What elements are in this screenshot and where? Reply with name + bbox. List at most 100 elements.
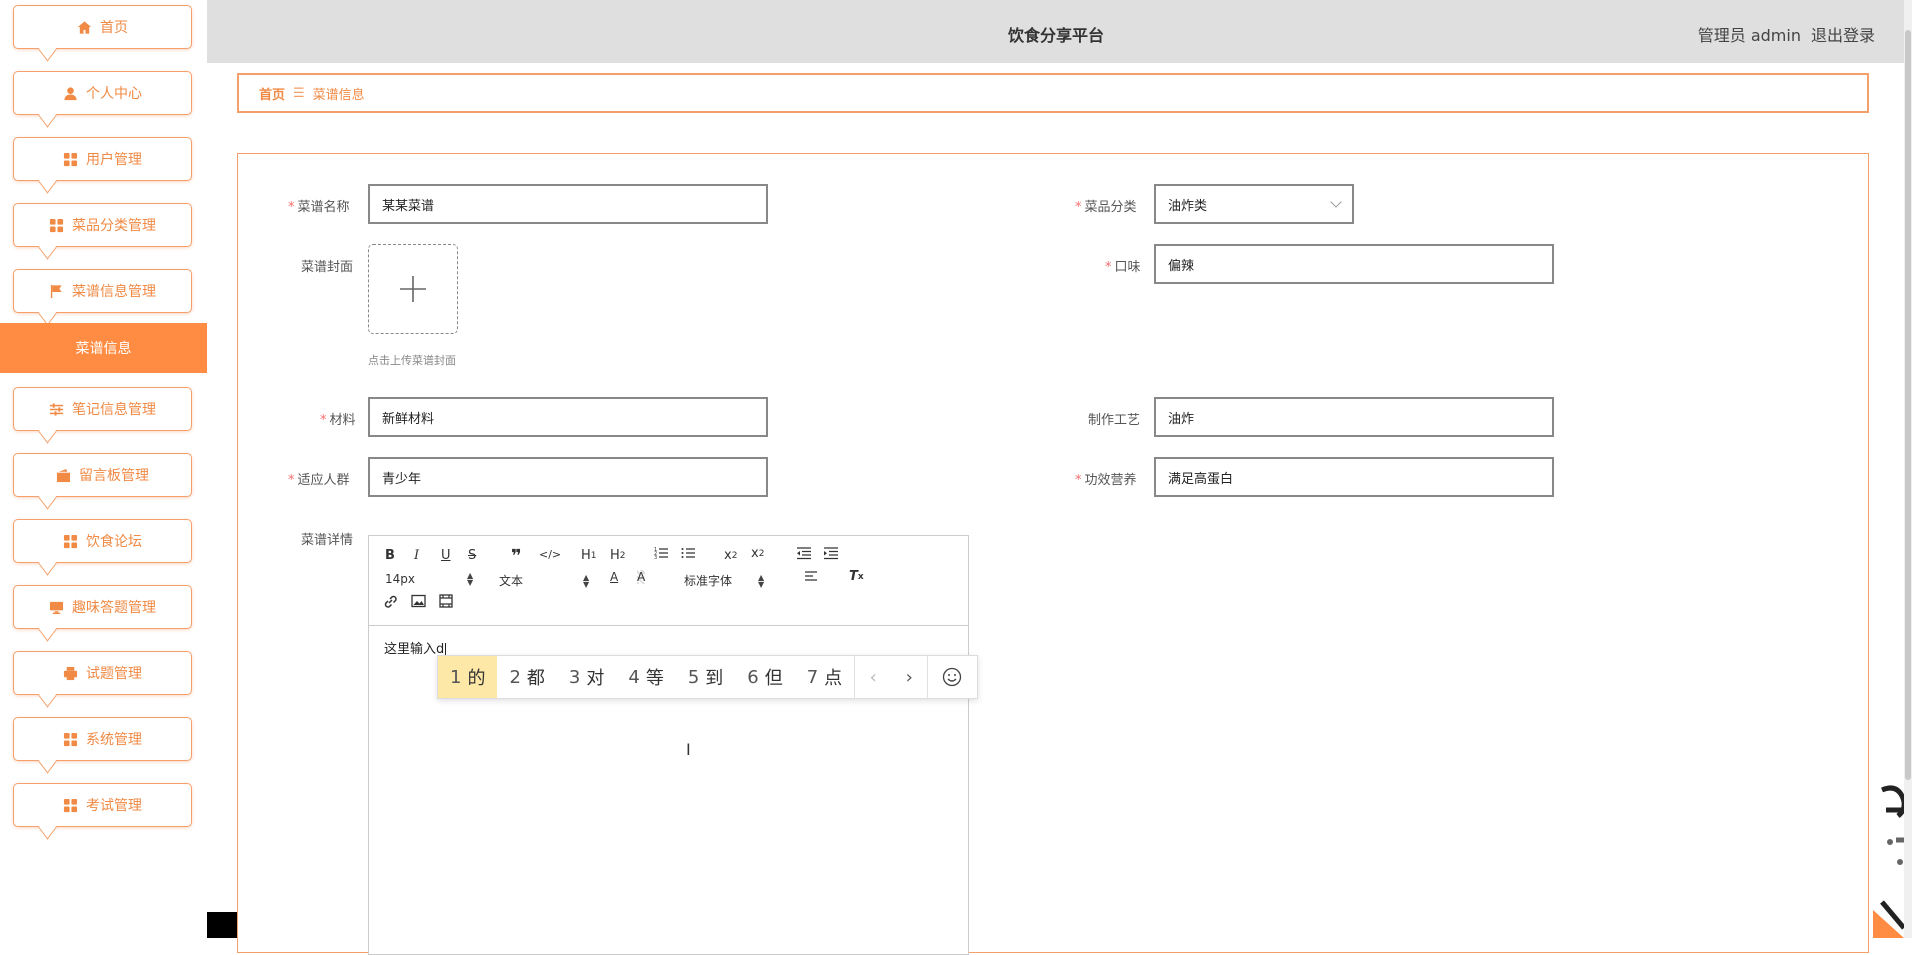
sidebar-item-quiz-management[interactable]: 趣味答题管理 [13, 585, 192, 629]
sidebar-item-label: 首页 [100, 20, 128, 36]
cover-upload-tip: 点击上传菜谱封面 [368, 354, 456, 367]
sidebar-item-personal-center[interactable]: 个人中心 [13, 71, 192, 115]
rich-text-editor: B I U S ❞ </> H1 H2 123 x2 x2 14px ▲ ▼ 文本 ▲… [368, 535, 969, 955]
subscript-icon[interactable]: x2 [724, 548, 737, 563]
superscript-icon[interactable]: x2 [751, 546, 764, 561]
svg-text:3: 3 [654, 555, 657, 560]
nutrition-input[interactable]: 满足高蛋白 [1154, 457, 1554, 497]
breadcrumb-home[interactable]: 首页 [259, 84, 285, 103]
link-icon[interactable] [383, 594, 398, 609]
sidebar-item-notes-management[interactable]: 笔记信息管理 [13, 387, 192, 431]
craft-input[interactable]: 油炸 [1154, 397, 1554, 437]
ime-candidate[interactable]: 1的 [438, 656, 498, 698]
flag-icon [49, 284, 64, 299]
sidebar-item-question-management[interactable]: 试题管理 [13, 651, 192, 695]
indent-icon[interactable] [823, 546, 838, 560]
breadcrumb-current: 菜谱信息 [312, 87, 365, 103]
video-icon[interactable] [439, 594, 453, 608]
user-info: 管理员 admin 退出登录 [1698, 22, 1875, 46]
page-scrollbar[interactable] [1904, 0, 1912, 938]
crowd-label: * 适应人群 [288, 473, 350, 488]
dish-category-value: 油炸类 [1168, 198, 1208, 214]
ime-page-nav: ‹ › [854, 656, 927, 698]
sidebar-item-label: 菜品分类管理 [72, 218, 156, 234]
breadcrumb-separator-icon: ☰ [293, 85, 305, 101]
sidebar-item-exam-management[interactable]: 考试管理 [13, 783, 192, 827]
image-icon[interactable] [411, 594, 426, 608]
ime-candidate[interactable]: 2都 [497, 656, 556, 698]
ime-next-icon[interactable]: › [891, 667, 927, 688]
chevron-down-icon [1330, 196, 1342, 208]
taste-input[interactable]: 偏辣 [1154, 244, 1554, 284]
grid-icon [63, 152, 78, 167]
recipe-name-input[interactable]: 某某菜谱 [368, 184, 768, 224]
dish-category-select[interactable]: 油炸类 [1154, 184, 1354, 224]
ime-candidate[interactable]: 7点 [795, 656, 854, 698]
sidebar-item-label: 考试管理 [86, 798, 142, 814]
cover-upload-button[interactable] [368, 244, 458, 334]
sidebar-item-label: 用户管理 [86, 152, 142, 168]
crowd-input[interactable]: 青少年 [368, 457, 768, 497]
sidebar-item-label: 趣味答题管理 [72, 600, 156, 616]
emoji-icon[interactable] [927, 656, 975, 698]
grid-icon [63, 732, 78, 747]
italic-icon[interactable]: I [414, 548, 419, 563]
font-size-select[interactable]: 14px ▲ ▼ [385, 572, 473, 587]
ordered-list-icon[interactable]: 123 [654, 546, 668, 560]
sidebar-subitem-recipe-info[interactable]: 菜谱信息 [0, 323, 207, 373]
logout-link[interactable]: 退出登录 [1811, 22, 1875, 46]
sidebar-item-label: 系统管理 [86, 732, 142, 748]
sidebar-item-system-management[interactable]: 系统管理 [13, 717, 192, 761]
clear-format-icon[interactable]: Tx [849, 569, 864, 584]
text-format-select[interactable]: 文本 ▲ ▼ [499, 572, 589, 589]
recipe-name-label: * 菜谱名称 [288, 200, 350, 215]
sidebar-item-user-management[interactable]: 用户管理 [13, 137, 192, 181]
grid-icon [63, 534, 78, 549]
ime-candidate[interactable]: 3对 [557, 656, 616, 698]
sidebar-item-home[interactable]: 首页 [13, 5, 192, 49]
grid-icon [49, 218, 64, 233]
sidebar-item-label: 试题管理 [86, 666, 142, 682]
plus-icon [400, 276, 426, 302]
sidebar-item-label: 个人中心 [86, 86, 142, 102]
recipe-detail-label: 菜谱详情 [301, 533, 354, 548]
outdent-icon[interactable] [796, 546, 811, 560]
bold-icon[interactable]: B [385, 548, 395, 563]
sidebar-item-recipe-management[interactable]: 菜谱信息管理 [13, 269, 192, 313]
craft-label: 制作工艺 [1088, 413, 1141, 428]
align-icon[interactable] [804, 569, 818, 583]
recipe-cover-label: 菜谱封面 [301, 260, 354, 275]
sidebar-item-label: 饮食论坛 [86, 534, 142, 550]
taste-label: * 口味 [1105, 260, 1141, 275]
heading2-icon[interactable]: H2 [610, 548, 626, 563]
background-color-icon[interactable]: A [637, 570, 646, 584]
code-block-icon[interactable]: </> [539, 548, 561, 561]
ime-prev-icon[interactable]: ‹ [855, 667, 891, 688]
material-input[interactable]: 新鲜材料 [368, 397, 768, 437]
bullet-list-icon[interactable] [681, 546, 695, 560]
text-color-icon[interactable]: A [610, 570, 618, 584]
strike-icon[interactable]: S [468, 548, 476, 563]
editor-toolbar: B I U S ❞ </> H1 H2 123 x2 x2 14px ▲ ▼ 文本 ▲… [369, 536, 968, 626]
underline-icon[interactable]: U [441, 548, 451, 563]
dish-category-label: * 菜品分类 [1075, 200, 1137, 215]
home-icon [77, 20, 92, 35]
ime-candidate[interactable]: 4等 [616, 656, 675, 698]
ime-candidate[interactable]: 6但 [735, 656, 794, 698]
sidebar-item-label: 笔记信息管理 [72, 402, 156, 418]
ime-candidate[interactable]: 5到 [676, 656, 735, 698]
sidebar: 首页 个人中心 用户管理 菜品分类管理 菜谱信息管理 菜谱信息 笔记信息管理 留… [0, 0, 207, 938]
wallet-icon [56, 468, 71, 483]
heading1-icon[interactable]: H1 [581, 548, 597, 563]
sidebar-item-label: 留言板管理 [79, 468, 149, 484]
top-header: 饮食分享平台 管理员 admin 退出登录 [207, 0, 1905, 63]
blockquote-icon[interactable]: ❞ [511, 546, 522, 567]
nutrition-label: * 功效营养 [1075, 473, 1137, 488]
font-family-select[interactable]: 标准字体 ▲ ▼ [684, 572, 764, 589]
scrollbar-thumb[interactable] [1905, 30, 1911, 780]
ime-candidate-popup: 1的 2都 3对 4等 5到 6但 7点 ‹ › [437, 655, 978, 699]
sidebar-item-diet-forum[interactable]: 饮食论坛 [13, 519, 192, 563]
sidebar-item-dish-category[interactable]: 菜品分类管理 [13, 203, 192, 247]
sidebar-item-message-board[interactable]: 留言板管理 [13, 453, 192, 497]
app-title: 饮食分享平台 [1007, 26, 1104, 45]
